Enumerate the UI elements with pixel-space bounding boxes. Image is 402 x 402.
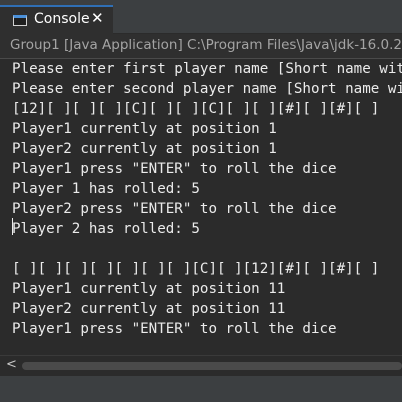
- bottom-panel-strip: [0, 376, 402, 402]
- console-line: [ ][ ][ ][ ][ ][ ][ ][C][ ][12][#][ ][#]…: [12, 261, 380, 277]
- console-view: Console ✕ Group1 [Java Application] C:\P…: [0, 0, 402, 402]
- process-path-label: Group1 [Java Application] C:\Program Fil…: [10, 37, 402, 53]
- tab-console-label: Console: [34, 11, 90, 27]
- console-line: Please enter first player name [Short na…: [12, 61, 402, 77]
- console-line: Player1 currently at position 1: [12, 121, 277, 137]
- console-line: Player1 press "ENTER" to roll the dice: [12, 161, 337, 177]
- horizontal-scrollbar[interactable]: <: [0, 355, 402, 376]
- text-caret: [12, 218, 13, 235]
- console-line: Player 2 has rolled: 5: [12, 221, 200, 237]
- console-line: [12][ ][ ][ ][C][ ][ ][C][ ][ ][#][ ][#]…: [12, 101, 380, 117]
- console-output[interactable]: Please enter first player name [Short na…: [0, 59, 402, 355]
- close-icon[interactable]: ✕: [91, 9, 104, 27]
- view-tab-strip: Console ✕: [0, 0, 402, 34]
- process-description-bar: Group1 [Java Application] C:\Program Fil…: [0, 34, 402, 59]
- scroll-left-arrow-icon[interactable]: <: [6, 357, 17, 372]
- console-line: Player2 currently at position 1: [12, 141, 277, 157]
- console-line: Please enter second player name [Short n…: [12, 81, 402, 97]
- scrollbar-thumb[interactable]: [22, 362, 402, 370]
- tab-console[interactable]: Console ✕: [0, 5, 113, 34]
- console-line: Player1 press "ENTER" to roll the dice: [12, 321, 337, 337]
- console-line: Player1 currently at position 11: [12, 281, 286, 297]
- console-line: Player 1 has rolled: 5: [12, 181, 200, 197]
- console-icon: [13, 15, 27, 26]
- console-line: Player2 press "ENTER" to roll the dice: [12, 201, 337, 217]
- console-line: Player2 currently at position 11: [12, 301, 286, 317]
